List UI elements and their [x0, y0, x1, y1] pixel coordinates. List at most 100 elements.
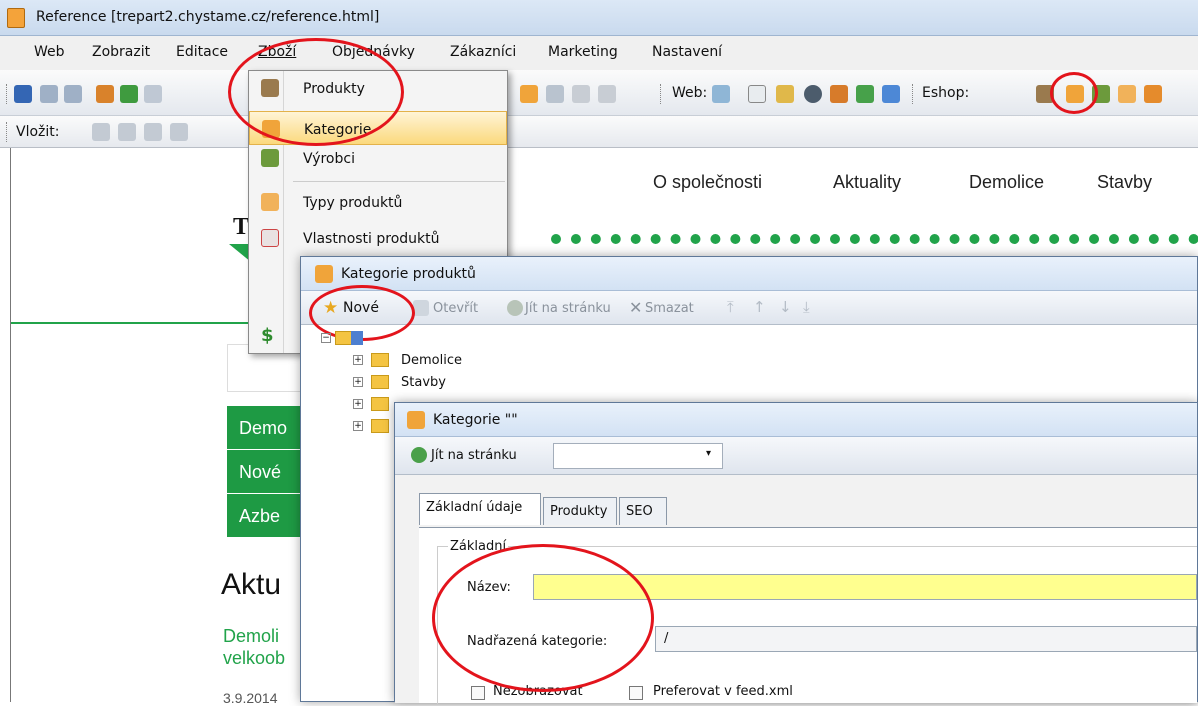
toolbar-grip — [6, 122, 9, 142]
goto-page-button[interactable]: Jít na stránku — [525, 301, 611, 316]
tree-expander[interactable]: + — [353, 421, 363, 431]
open-button[interactable]: Otevřít — [433, 301, 478, 316]
link-icon[interactable] — [572, 85, 590, 103]
category-icon — [315, 265, 333, 283]
toolbar-grip — [912, 84, 915, 104]
nav-o-spolecnosti[interactable]: O společnosti — [653, 172, 762, 193]
folder-icon — [371, 397, 389, 411]
redo-icon[interactable] — [64, 85, 82, 103]
save-icon[interactable] — [14, 85, 32, 103]
toolbar-grip — [6, 84, 9, 104]
calendar-icon — [261, 229, 279, 247]
nezobrazovat-checkbox[interactable] — [471, 686, 485, 700]
menu-marketing[interactable]: Marketing — [548, 44, 618, 60]
attachment-icon[interactable] — [144, 123, 162, 141]
main-toolbar: Web: Eshop: — [0, 70, 1198, 116]
feed-checkbox[interactable] — [629, 686, 643, 700]
tree-expander[interactable]: − — [321, 333, 331, 343]
menu-item-vlastnosti-produktu[interactable]: Vlastnosti produktů — [249, 221, 507, 255]
product-type-icon[interactable] — [1118, 85, 1136, 103]
tab-zakladni-udaje[interactable]: Základní údaje — [419, 493, 541, 525]
menu-zobrazit[interactable]: Zobrazit — [92, 44, 150, 60]
menu-separator — [293, 181, 505, 182]
page-icon[interactable] — [598, 85, 616, 103]
cart-icon[interactable] — [1144, 85, 1162, 103]
window-title: Reference [trepart2.chystame.cz/referenc… — [36, 9, 380, 25]
document-icon[interactable] — [748, 85, 766, 103]
menu-item-label: Typy produktů — [303, 195, 403, 211]
article-title[interactable]: Demoli — [223, 626, 279, 647]
move-bottom-icon[interactable]: ⤓ — [803, 298, 810, 316]
tab-label: Základní údaje — [426, 500, 523, 515]
site-slogan — [551, 234, 1198, 244]
tree-expander[interactable]: + — [353, 399, 363, 409]
page-select[interactable]: ▾ — [553, 443, 723, 469]
menu-editace[interactable]: Editace — [176, 44, 228, 60]
link-icon[interactable] — [118, 123, 136, 141]
home-icon[interactable] — [96, 85, 114, 103]
nav-stavby[interactable]: Stavby — [1097, 172, 1152, 193]
eshop-label: Eshop: — [922, 85, 970, 101]
dialog-titlebar: Kategorie "" — [395, 403, 1197, 437]
nav-aktuality[interactable]: Aktuality — [833, 172, 901, 193]
tab-seo[interactable]: SEO — [619, 497, 667, 525]
move-down-icon[interactable]: ↓ — [779, 298, 792, 316]
dialog-toolbar: ★ Nové Otevřít Jít na stránku ✕ Smazat ⤒… — [301, 291, 1197, 325]
article-title-cont[interactable]: velkoob — [223, 648, 285, 669]
tree-expander[interactable]: + — [353, 377, 363, 387]
move-up-icon[interactable]: ↑ — [753, 298, 766, 316]
goto-icon — [411, 447, 427, 463]
menu-item-label: Vlastnosti produktů — [303, 231, 440, 247]
menu-item-typy-produktu[interactable]: Typy produktů — [249, 185, 507, 219]
table-icon[interactable] — [170, 123, 188, 141]
menu-nastaveni[interactable]: Nastavení — [652, 44, 722, 60]
tree-node-demolice[interactable]: Demolice — [401, 353, 462, 368]
move-top-icon[interactable]: ⤒ — [727, 298, 734, 316]
site-logo: T — [233, 214, 250, 240]
tab-label: Produkty — [550, 504, 608, 519]
dollar-icon: $ — [261, 325, 274, 346]
goto-page-button[interactable]: Jít na stránku — [431, 448, 517, 463]
vlozit-label: Vložit: — [16, 124, 60, 140]
article-date: 3.9.2014 — [223, 690, 278, 706]
book-icon[interactable] — [830, 85, 848, 103]
category-icon[interactable] — [520, 85, 538, 103]
highlight-circle — [228, 38, 404, 146]
highlight-circle — [1050, 72, 1098, 114]
back-icon[interactable] — [120, 85, 138, 103]
image-icon[interactable] — [546, 85, 564, 103]
grid-icon[interactable] — [856, 85, 874, 103]
window-titlebar: Reference [trepart2.chystame.cz/referenc… — [0, 0, 1198, 36]
delete-button[interactable]: Smazat — [645, 301, 694, 316]
image-icon[interactable] — [92, 123, 110, 141]
app-icon — [7, 8, 25, 28]
tab-label: SEO — [626, 504, 653, 519]
product-type-icon — [261, 193, 279, 211]
undo-icon[interactable] — [40, 85, 58, 103]
layout-icon[interactable] — [712, 85, 730, 103]
insert-toolbar: Vložit: — [0, 116, 1198, 148]
manufacturer-icon — [261, 149, 279, 167]
globe-icon[interactable] — [804, 85, 822, 103]
menu-web[interactable]: Web — [34, 44, 65, 60]
tree-expander[interactable]: + — [353, 355, 363, 365]
nav-demolice[interactable]: Demolice — [969, 172, 1044, 193]
dialog-toolbar: Jít na stránku ▾ — [395, 437, 1197, 475]
dialog-titlebar: Kategorie produktů — [301, 257, 1197, 291]
goto-icon — [507, 300, 523, 316]
tab-produkty[interactable]: Produkty — [543, 497, 617, 525]
parent-category-select[interactable]: / — [655, 626, 1197, 652]
open-icon — [413, 300, 429, 316]
article-icon[interactable] — [776, 85, 794, 103]
dialog-title: Kategorie produktů — [341, 266, 476, 282]
category-icon — [407, 411, 425, 429]
delete-icon: ✕ — [629, 298, 643, 317]
parent-category-value: / — [664, 631, 669, 646]
forward-icon[interactable] — [144, 85, 162, 103]
menu-zakaznici[interactable]: Zákazníci — [450, 44, 516, 60]
tree-node-stavby[interactable]: Stavby — [401, 375, 446, 390]
feed-icon[interactable] — [882, 85, 900, 103]
highlight-circle — [432, 544, 654, 692]
menu-item-vyrobci[interactable]: Výrobci — [249, 141, 507, 175]
dialog-title: Kategorie "" — [433, 412, 518, 428]
